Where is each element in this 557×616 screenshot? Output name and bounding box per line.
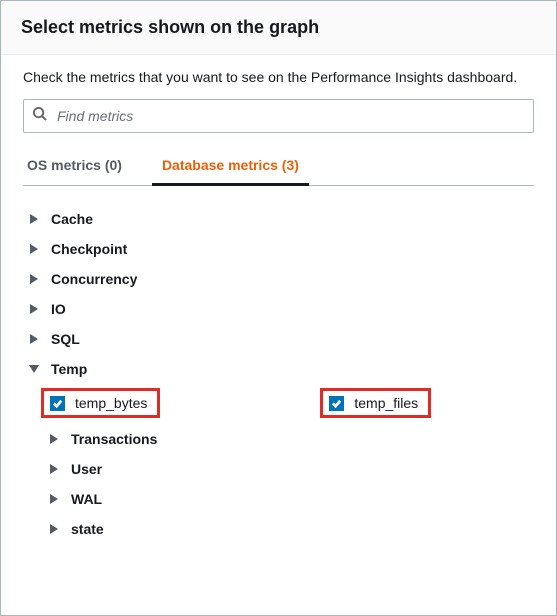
temp-children: temp_bytes temp_files	[23, 384, 534, 424]
metric-label: temp_bytes	[75, 395, 147, 411]
tree-label: WAL	[71, 491, 102, 507]
caret-right-icon	[29, 244, 39, 254]
tree-item-state[interactable]: state	[43, 514, 534, 544]
sub-items: Transactions User WAL state	[23, 424, 534, 544]
checkbox-checked-icon[interactable]	[50, 396, 65, 411]
tree-label: User	[71, 461, 102, 477]
tab-database-metrics[interactable]: Database metrics (3)	[152, 147, 309, 186]
tree-item-transactions[interactable]: Transactions	[43, 424, 534, 454]
tree-label: Concurrency	[51, 271, 137, 287]
caret-right-icon	[49, 524, 59, 534]
checkbox-checked-icon[interactable]	[329, 396, 344, 411]
tree-item-cache[interactable]: Cache	[23, 204, 534, 234]
tree-label: Checkpoint	[51, 241, 127, 257]
caret-right-icon	[49, 434, 59, 444]
tree-item-concurrency[interactable]: Concurrency	[23, 264, 534, 294]
tree-label: Cache	[51, 211, 93, 227]
search-icon	[32, 106, 55, 126]
tree-label: state	[71, 521, 104, 537]
caret-right-icon	[49, 464, 59, 474]
tree-label: SQL	[51, 331, 80, 347]
tree-item-checkpoint[interactable]: Checkpoint	[23, 234, 534, 264]
dialog-header: Select metrics shown on the graph	[1, 1, 556, 55]
tree-item-sql[interactable]: SQL	[23, 324, 534, 354]
metric-temp-bytes[interactable]: temp_bytes	[41, 388, 160, 418]
caret-right-icon	[29, 304, 39, 314]
caret-right-icon	[29, 214, 39, 224]
tree-label: Temp	[51, 361, 87, 377]
metrics-tree: Cache Checkpoint Concurrency IO SQL Temp	[23, 204, 534, 544]
caret-right-icon	[49, 494, 59, 504]
dialog-title: Select metrics shown on the graph	[21, 17, 536, 38]
search-input[interactable]	[55, 107, 525, 125]
tree-item-temp[interactable]: Temp	[23, 354, 534, 384]
search-field[interactable]	[23, 99, 534, 133]
description-text: Check the metrics that you want to see o…	[23, 69, 534, 85]
tab-os-metrics[interactable]: OS metrics (0)	[23, 147, 140, 185]
metric-label: temp_files	[354, 395, 418, 411]
caret-right-icon	[29, 274, 39, 284]
dialog-body: Check the metrics that you want to see o…	[1, 55, 556, 615]
caret-down-icon	[29, 364, 39, 374]
caret-right-icon	[29, 334, 39, 344]
tree-label: Transactions	[71, 431, 157, 447]
tree-item-io[interactable]: IO	[23, 294, 534, 324]
tabs: OS metrics (0) Database metrics (3)	[23, 147, 534, 186]
tree-item-wal[interactable]: WAL	[43, 484, 534, 514]
tree-item-user[interactable]: User	[43, 454, 534, 484]
metric-temp-files[interactable]: temp_files	[320, 388, 431, 418]
dialog: Select metrics shown on the graph Check …	[0, 0, 557, 616]
tree-label: IO	[51, 301, 66, 317]
